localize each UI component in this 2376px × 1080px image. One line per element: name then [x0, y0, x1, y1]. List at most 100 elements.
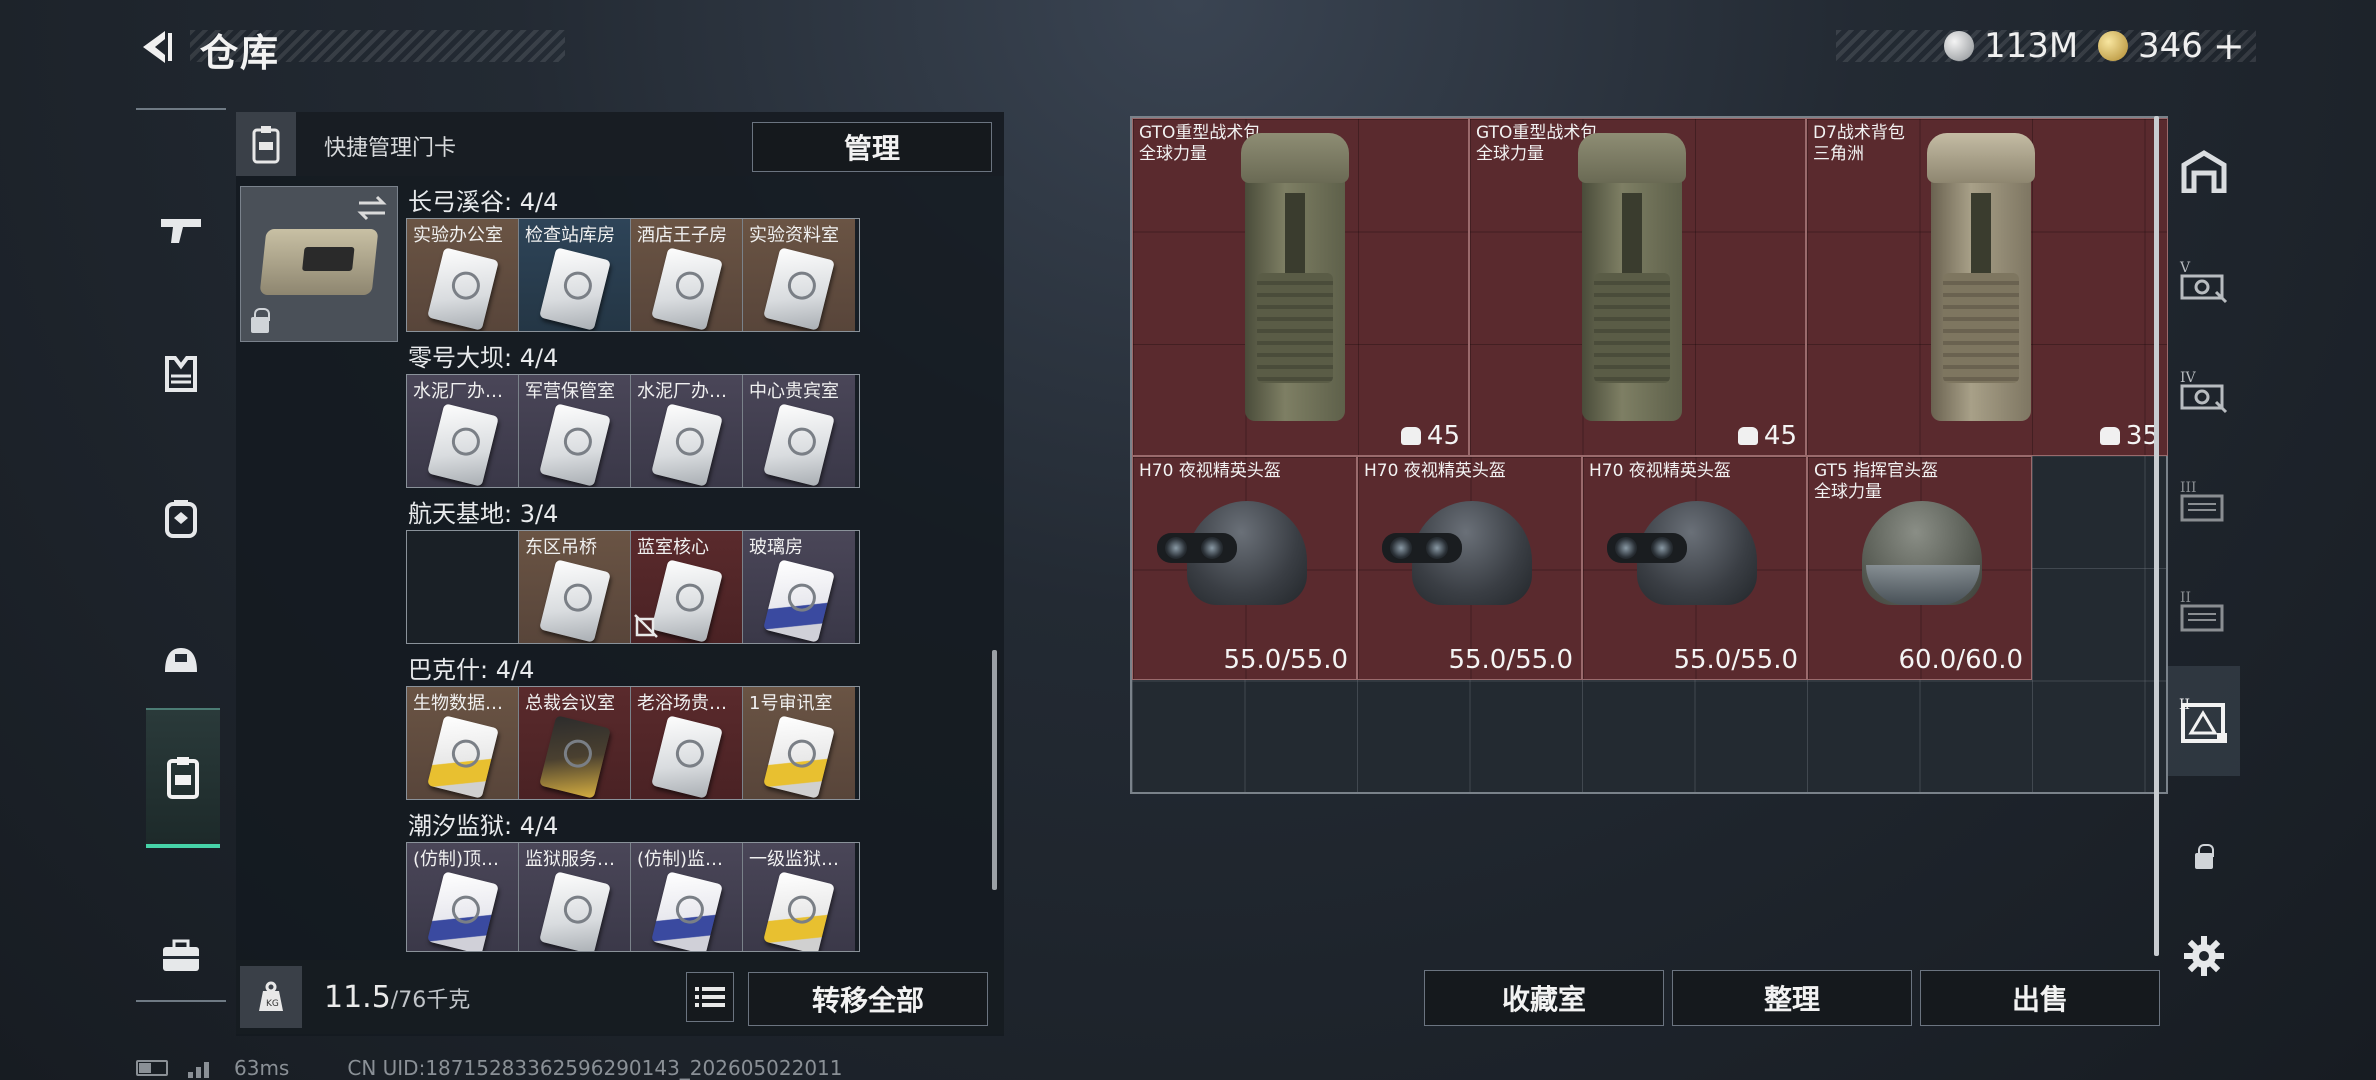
swap-icon[interactable] — [357, 195, 387, 221]
stash-tab-main[interactable] — [2168, 116, 2240, 226]
keycard-row-zero-dam: 水泥厂办… 军营保管室 水泥厂办… 中心贵宾室 — [406, 374, 860, 488]
nav-weapons[interactable] — [136, 160, 226, 300]
keycard-slot[interactable]: 军营保管室 — [519, 375, 631, 487]
sell-button[interactable]: 出售 — [1920, 970, 2160, 1026]
helmet-image — [1832, 487, 2002, 637]
sort-button[interactable]: 整理 — [1672, 970, 1912, 1026]
region-title: 巴克什: 4/4 — [408, 656, 535, 684]
keycard-case-slot[interactable] — [240, 186, 398, 342]
keycard-slot[interactable]: 老浴场贵… — [631, 687, 743, 799]
stash-item-backpack[interactable]: D7战术背包 三角洲 35 — [1806, 118, 2168, 456]
keycard-case-image — [259, 229, 379, 295]
keycard-slot[interactable]: 蓝室核心 — [631, 531, 743, 643]
keycard-slot[interactable]: 水泥厂办… — [407, 375, 519, 487]
nav-backpack[interactable] — [136, 448, 226, 588]
backpack-image — [1921, 133, 2041, 433]
keycard-image — [763, 247, 835, 331]
back-button[interactable] — [132, 22, 182, 72]
keycard-slot[interactable]: 东区吊桥 — [519, 531, 631, 643]
keycard-image — [539, 715, 611, 799]
keycard-slot[interactable]: 水泥厂办… — [631, 375, 743, 487]
item-capacity: 35 — [2099, 421, 2159, 451]
add-currency-button[interactable]: + — [2213, 24, 2245, 68]
keycard-image — [539, 247, 611, 331]
keycard-name: 水泥厂办… — [413, 381, 503, 402]
svg-text:KG: KG — [266, 999, 279, 1009]
settings-button[interactable] — [2168, 926, 2240, 986]
keycard-name: (仿制)顶… — [413, 849, 500, 870]
backpack-icon — [165, 500, 197, 538]
list-icon — [695, 987, 725, 1007]
keycard-name: 监狱服务… — [525, 849, 615, 870]
page-title: 仓库 — [200, 31, 281, 75]
nav-keycards[interactable] — [146, 708, 220, 848]
collection-room-button[interactable]: 收藏室 — [1424, 970, 1664, 1026]
keycard-row-longbow: 实验办公室 检查站库房 酒店王子房 实验资料室 — [406, 218, 860, 332]
keycard-slot[interactable]: 生物数据… — [407, 687, 519, 799]
keycard-holder-icon — [236, 112, 296, 176]
nav-armor[interactable] — [136, 304, 226, 444]
signal-icon — [188, 1062, 209, 1078]
list-view-button[interactable] — [686, 972, 734, 1022]
svg-text:IV: IV — [2180, 370, 2197, 386]
stash-item-helmet[interactable]: H70 夜视精英头盔 55.0/55.0 — [1357, 456, 1582, 680]
no-transfer-icon — [634, 614, 658, 638]
keycard-name: 总裁会议室 — [525, 693, 615, 714]
item-capacity: 45 — [1737, 421, 1797, 451]
backpack-image — [1572, 133, 1692, 433]
stash-tab-iv[interactable]: IV — [2168, 336, 2240, 446]
quick-manage-label: 快捷管理门卡 — [324, 136, 457, 161]
weight-icon: KG — [240, 966, 302, 1028]
stash-tab-iii[interactable]: III — [2168, 446, 2240, 556]
stash-item-helmet[interactable]: H70 夜视精英头盔 55.0/55.0 — [1132, 456, 1357, 680]
stash-item-backpack[interactable]: GTO重型战术包 全球力量 45 — [1132, 118, 1469, 456]
keycard-slot[interactable]: 中心贵宾室 — [743, 375, 855, 487]
keycard-slot[interactable]: 实验办公室 — [407, 219, 519, 331]
keycard-panel-scrollbar[interactable] — [992, 650, 997, 890]
keycard-slot-empty[interactable] — [407, 531, 519, 643]
item-name: D7战术背包 三角洲 — [1813, 123, 1905, 164]
capacity-icon — [2099, 427, 2120, 445]
keycard-name: 一级监狱… — [749, 849, 839, 870]
stash-grid[interactable]: GTO重型战术包 全球力量 45 GTO重型战术包 全球力量 45 D7战术背包 三角… — [1130, 116, 2168, 794]
item-capacity: 45 — [1400, 421, 1460, 451]
keycard-image — [651, 871, 723, 951]
keycard-image — [427, 403, 499, 487]
svg-text:V: V — [2179, 260, 2191, 276]
keycard-slot[interactable]: 检查站库房 — [519, 219, 631, 331]
keycard-slot[interactable]: 总裁会议室 — [519, 687, 631, 799]
stash-tab-v[interactable]: V — [2168, 226, 2240, 336]
keycard-image — [539, 403, 611, 487]
keycard-slot[interactable]: 监狱服务… — [519, 843, 631, 951]
keycard-slot[interactable]: 1号审讯室 — [743, 687, 855, 799]
keycard-name: (仿制)监… — [637, 849, 724, 870]
stash-tab-locked[interactable] — [2168, 806, 2240, 916]
lock-icon — [251, 308, 270, 333]
stash-item-backpack[interactable]: GTO重型战术包 全球力量 45 — [1469, 118, 1806, 456]
currency-gold-value: 346 — [2138, 26, 2203, 66]
keycard-slot[interactable]: 酒店王子房 — [631, 219, 743, 331]
keycard-slot[interactable]: 玻璃房 — [743, 531, 855, 643]
keycard-image — [427, 247, 499, 331]
manage-button[interactable]: 管理 — [752, 122, 992, 172]
keycard-name: 玻璃房 — [749, 537, 803, 558]
stash-scrollbar[interactable] — [2154, 116, 2159, 956]
transfer-all-button[interactable]: 转移全部 — [748, 972, 988, 1026]
nav-briefcase[interactable] — [136, 886, 226, 1026]
helmet-icon — [165, 648, 197, 672]
keycard-slot[interactable]: 一级监狱… — [743, 843, 855, 951]
stash-item-helmet[interactable]: H70 夜视精英头盔 55.0/55.0 — [1582, 456, 1807, 680]
stash-item-helmet[interactable]: GT5 指挥官头盔 全球力量 60.0/60.0 — [1807, 456, 2032, 680]
stash-tab-i[interactable]: II — [2168, 666, 2240, 776]
helmet-image — [1157, 487, 1327, 637]
keycard-slot[interactable]: (仿制)顶… — [407, 843, 519, 951]
svg-text:II: II — [2180, 590, 2191, 606]
keycard-row-bakhsh: 生物数据… 总裁会议室 老浴场贵… 1号审讯室 — [406, 686, 860, 800]
keycard-slot[interactable]: 实验资料室 — [743, 219, 855, 331]
keycard-slot[interactable]: (仿制)监… — [631, 843, 743, 951]
currency-silver[interactable]: 113M — [1944, 26, 2078, 66]
keycard-name: 东区吊桥 — [525, 537, 597, 558]
currency-gold[interactable]: 346 + — [2098, 24, 2245, 68]
stash-tab-ii[interactable]: II — [2168, 556, 2240, 666]
item-durability: 55.0/55.0 — [1223, 645, 1348, 675]
